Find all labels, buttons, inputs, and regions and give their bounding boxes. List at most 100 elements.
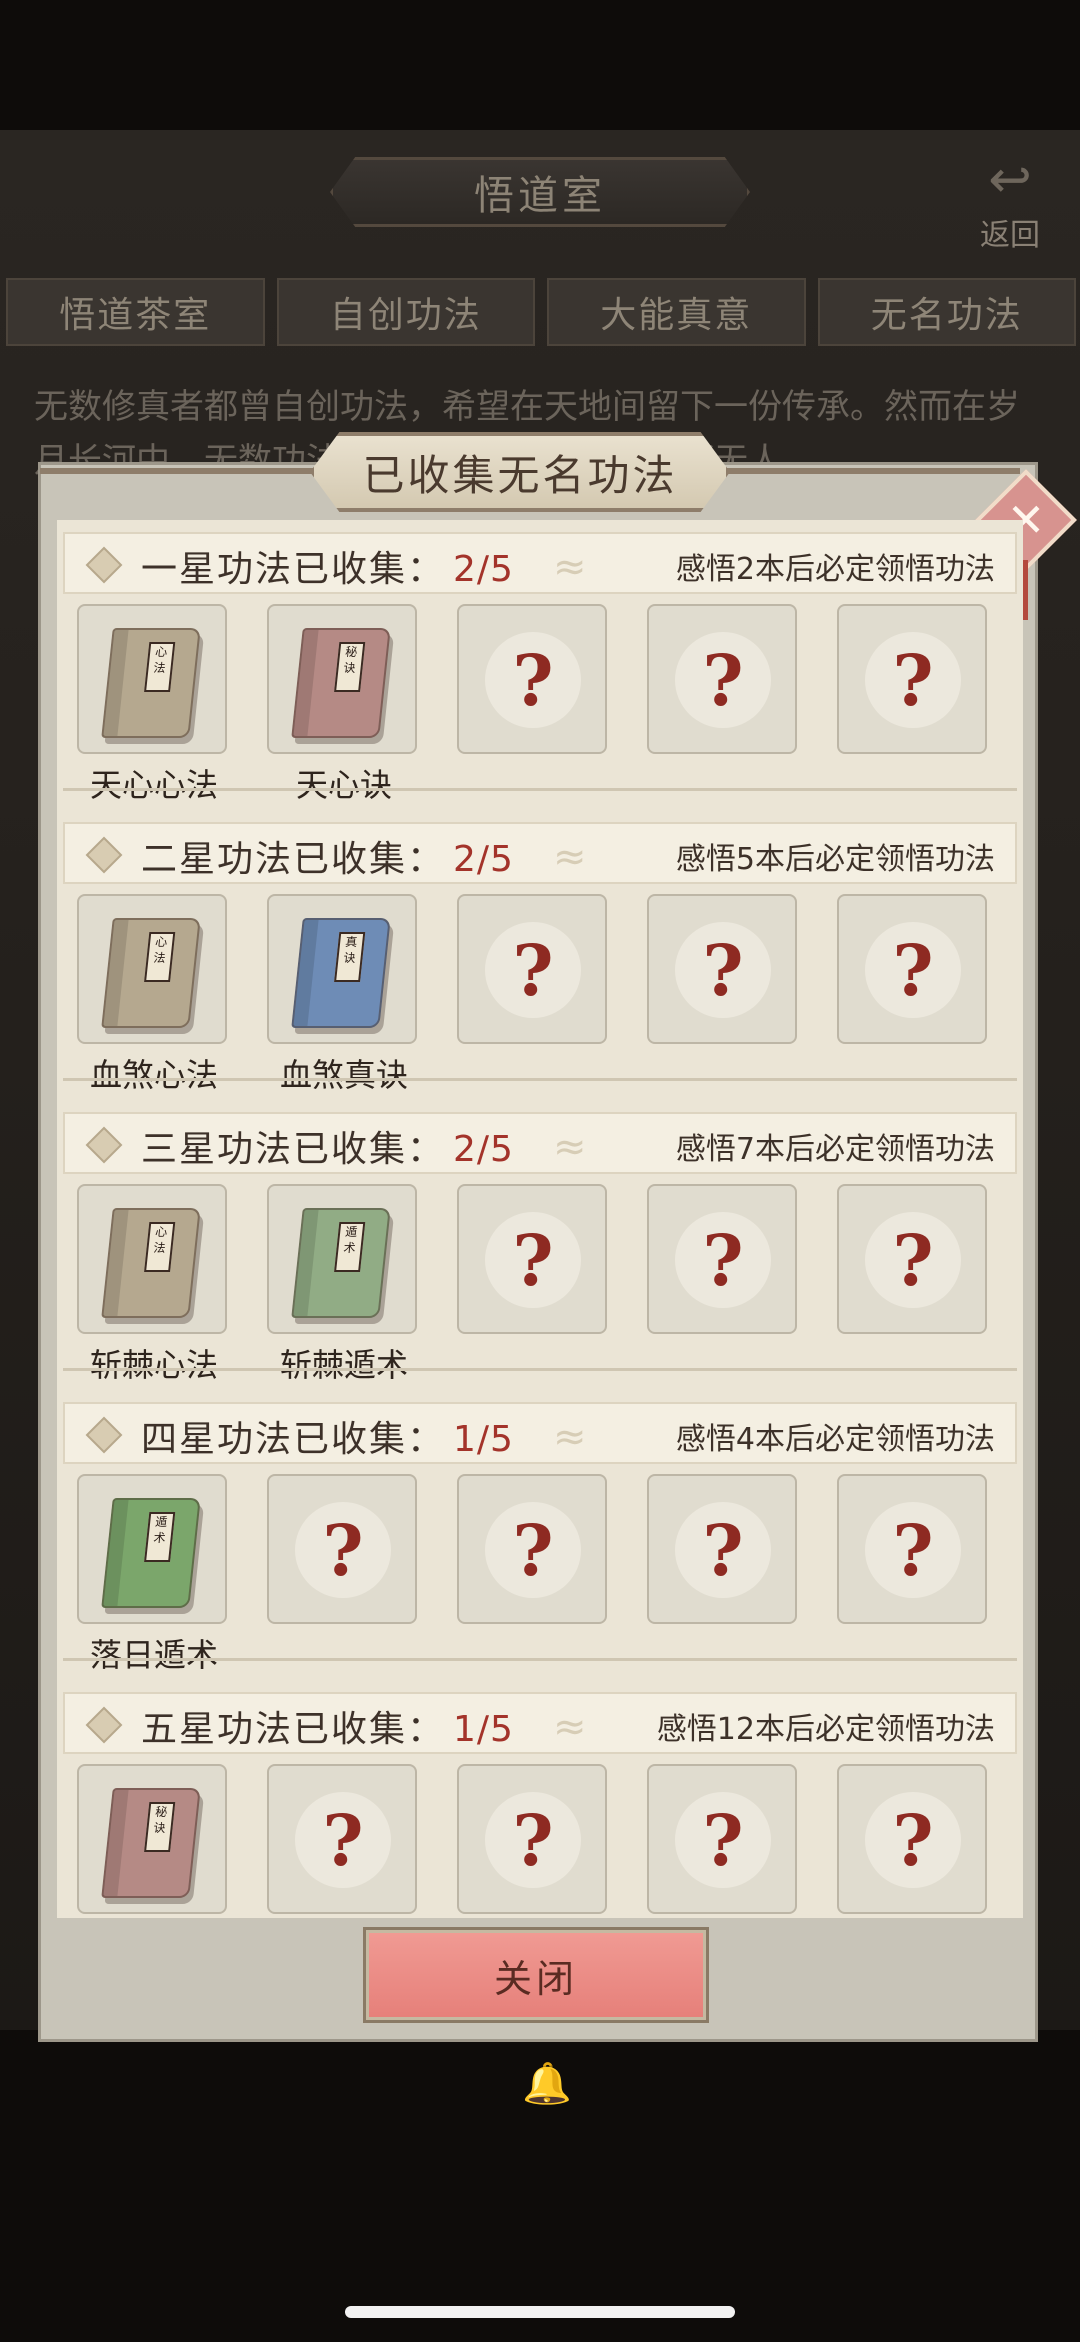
unknown-slot[interactable]: ? xyxy=(457,894,607,1044)
unknown-slot[interactable]: ? xyxy=(837,1184,987,1334)
unknown-slot[interactable]: ? xyxy=(837,1474,987,1624)
book-icon: 秘诀 xyxy=(101,1788,201,1898)
back-icon: ↩ xyxy=(988,150,1032,210)
question-mark-icon: ? xyxy=(675,1212,771,1308)
item-name: 天心心法 xyxy=(89,766,218,804)
book-icon: 心法 xyxy=(101,1208,201,1318)
section-header: 三星功法已收集： 2/5 ≈ 感悟7本后必定领悟功法 xyxy=(63,1112,1017,1174)
question-mark-icon: ? xyxy=(865,632,961,728)
book-slot[interactable]: 秘诀 xyxy=(77,1764,227,1914)
back-button[interactable]: ↩ 返回 xyxy=(960,150,1060,253)
item-name: 斩棘心法 xyxy=(89,1346,218,1384)
unknown-slot[interactable]: ? xyxy=(647,604,797,754)
item-name: 天心诀 xyxy=(295,766,392,804)
dialog-title: 已收集无名功法 xyxy=(310,432,730,512)
section-title: 三星功法已收集： xyxy=(141,1129,446,1170)
diamond-icon xyxy=(85,1126,123,1164)
book-slot[interactable]: 真诀 血煞真诀 xyxy=(267,894,417,1094)
book-slot[interactable]: 心法 血煞心法 xyxy=(77,894,227,1094)
tab-nameless[interactable]: 无名功法 xyxy=(817,278,1076,346)
collection-list[interactable]: 一星功法已收集： 2/5 ≈ 感悟2本后必定领悟功法 心法 天心心法 秘诀 天心诀… xyxy=(57,520,1023,1918)
book-icon: 遁术 xyxy=(291,1208,391,1318)
unknown-slot[interactable]: ? xyxy=(837,894,987,1044)
book-icon: 秘诀 xyxy=(291,628,391,738)
section-one-star: 一星功法已收集： 2/5 ≈ 感悟2本后必定领悟功法 心法 天心心法 秘诀 天心诀… xyxy=(63,520,1017,804)
section-hint: 感悟2本后必定领悟功法 xyxy=(675,552,995,587)
diamond-icon xyxy=(85,1416,123,1454)
section-hint: 感悟4本后必定领悟功法 xyxy=(675,1422,995,1457)
section-header: 四星功法已收集： 1/5 ≈ 感悟4本后必定领悟功法 xyxy=(63,1402,1017,1464)
home-indicator[interactable] xyxy=(345,2306,735,2318)
unknown-slot[interactable]: ? xyxy=(647,894,797,1044)
question-mark-icon: ? xyxy=(675,922,771,1018)
diamond-icon xyxy=(85,1706,123,1744)
tab-self-created[interactable]: 自创功法 xyxy=(276,278,535,346)
cloud-swirl-icon: ≈ xyxy=(553,1124,587,1170)
item-name: 血煞真诀 xyxy=(279,1056,408,1094)
section-title: 二星功法已收集： xyxy=(141,839,446,880)
question-mark-icon: ? xyxy=(485,632,581,728)
section-count: 2/5 xyxy=(453,1129,514,1170)
section-count: 2/5 xyxy=(453,839,514,880)
unknown-slot[interactable]: ? xyxy=(647,1184,797,1334)
tab-tea-room[interactable]: 悟道茶室 xyxy=(6,278,265,346)
book-slot[interactable]: 秘诀 天心诀 xyxy=(267,604,417,804)
tab-great-will[interactable]: 大能真意 xyxy=(547,278,806,346)
unknown-slot[interactable]: ? xyxy=(267,1474,417,1624)
section-title: 一星功法已收集： xyxy=(141,549,446,590)
question-mark-icon: ? xyxy=(675,1502,771,1598)
close-button[interactable]: 关闭 xyxy=(363,1927,709,2023)
question-mark-icon: ? xyxy=(675,632,771,728)
book-icon: 心法 xyxy=(101,628,201,738)
section-title: 四星功法已收集： xyxy=(141,1419,446,1460)
section-count: 1/5 xyxy=(453,1709,514,1750)
section-count: 1/5 xyxy=(453,1419,514,1460)
section-count: 2/5 xyxy=(453,549,514,590)
cloud-swirl-icon: ≈ xyxy=(553,834,587,880)
diamond-icon xyxy=(85,546,123,584)
question-mark-icon: ? xyxy=(675,1792,771,1888)
section-four-star: 四星功法已收集： 1/5 ≈ 感悟4本后必定领悟功法 遁术 落日遁术 ? ? ? … xyxy=(63,1390,1017,1674)
back-label: 返回 xyxy=(980,218,1040,253)
section-three-star: 三星功法已收集： 2/5 ≈ 感悟7本后必定领悟功法 心法 斩棘心法 遁术 斩棘遁… xyxy=(63,1100,1017,1384)
question-mark-icon: ? xyxy=(865,922,961,1018)
unknown-slot[interactable]: ? xyxy=(457,1474,607,1624)
question-mark-icon: ? xyxy=(295,1502,391,1598)
question-mark-icon: ? xyxy=(865,1792,961,1888)
unknown-slot[interactable]: ? xyxy=(837,604,987,754)
screen-title: 悟道室 xyxy=(330,157,750,227)
question-mark-icon: ? xyxy=(485,1212,581,1308)
book-icon: 心法 xyxy=(101,918,201,1028)
cloud-swirl-icon: ≈ xyxy=(553,1704,587,1750)
title-wing-left xyxy=(40,468,320,474)
unknown-slot[interactable]: ? xyxy=(457,604,607,754)
section-five-star: 五星功法已收集： 1/5 ≈ 感悟12本后必定领悟功法 秘诀 ? ? ? ? xyxy=(63,1680,1017,1918)
title-wing-right xyxy=(720,468,1020,474)
book-icon: 真诀 xyxy=(291,918,391,1028)
section-header: 二星功法已收集： 2/5 ≈ 感悟5本后必定领悟功法 xyxy=(63,822,1017,884)
book-slot[interactable]: 遁术 落日遁术 xyxy=(77,1474,227,1674)
diamond-icon xyxy=(85,836,123,874)
unknown-slot[interactable]: ? xyxy=(837,1764,987,1914)
section-hint: 感悟7本后必定领悟功法 xyxy=(675,1132,995,1167)
unknown-slot[interactable]: ? xyxy=(647,1474,797,1624)
item-name: 斩棘遁术 xyxy=(279,1346,408,1384)
tab-bar: 悟道茶室 自创功法 大能真意 无名功法 xyxy=(6,278,1076,346)
question-mark-icon: ? xyxy=(865,1502,961,1598)
unknown-slot[interactable]: ? xyxy=(647,1764,797,1914)
item-name: 落日遁术 xyxy=(89,1636,218,1674)
unknown-slot[interactable]: ? xyxy=(267,1764,417,1914)
book-icon: 遁术 xyxy=(101,1498,201,1608)
question-mark-icon: ? xyxy=(865,1212,961,1308)
question-mark-icon: ? xyxy=(295,1792,391,1888)
section-hint: 感悟12本后必定领悟功法 xyxy=(656,1712,995,1747)
section-divider xyxy=(63,788,1017,791)
unknown-slot[interactable]: ? xyxy=(457,1764,607,1914)
book-slot[interactable]: 遁术 斩棘遁术 xyxy=(267,1184,417,1384)
section-header: 五星功法已收集： 1/5 ≈ 感悟12本后必定领悟功法 xyxy=(63,1692,1017,1754)
unknown-slot[interactable]: ? xyxy=(457,1184,607,1334)
section-title: 五星功法已收集： xyxy=(141,1709,446,1750)
book-slot[interactable]: 心法 天心心法 xyxy=(77,604,227,804)
book-slot[interactable]: 心法 斩棘心法 xyxy=(77,1184,227,1384)
bell-ornament-icon: 🔔 xyxy=(522,2061,572,2107)
